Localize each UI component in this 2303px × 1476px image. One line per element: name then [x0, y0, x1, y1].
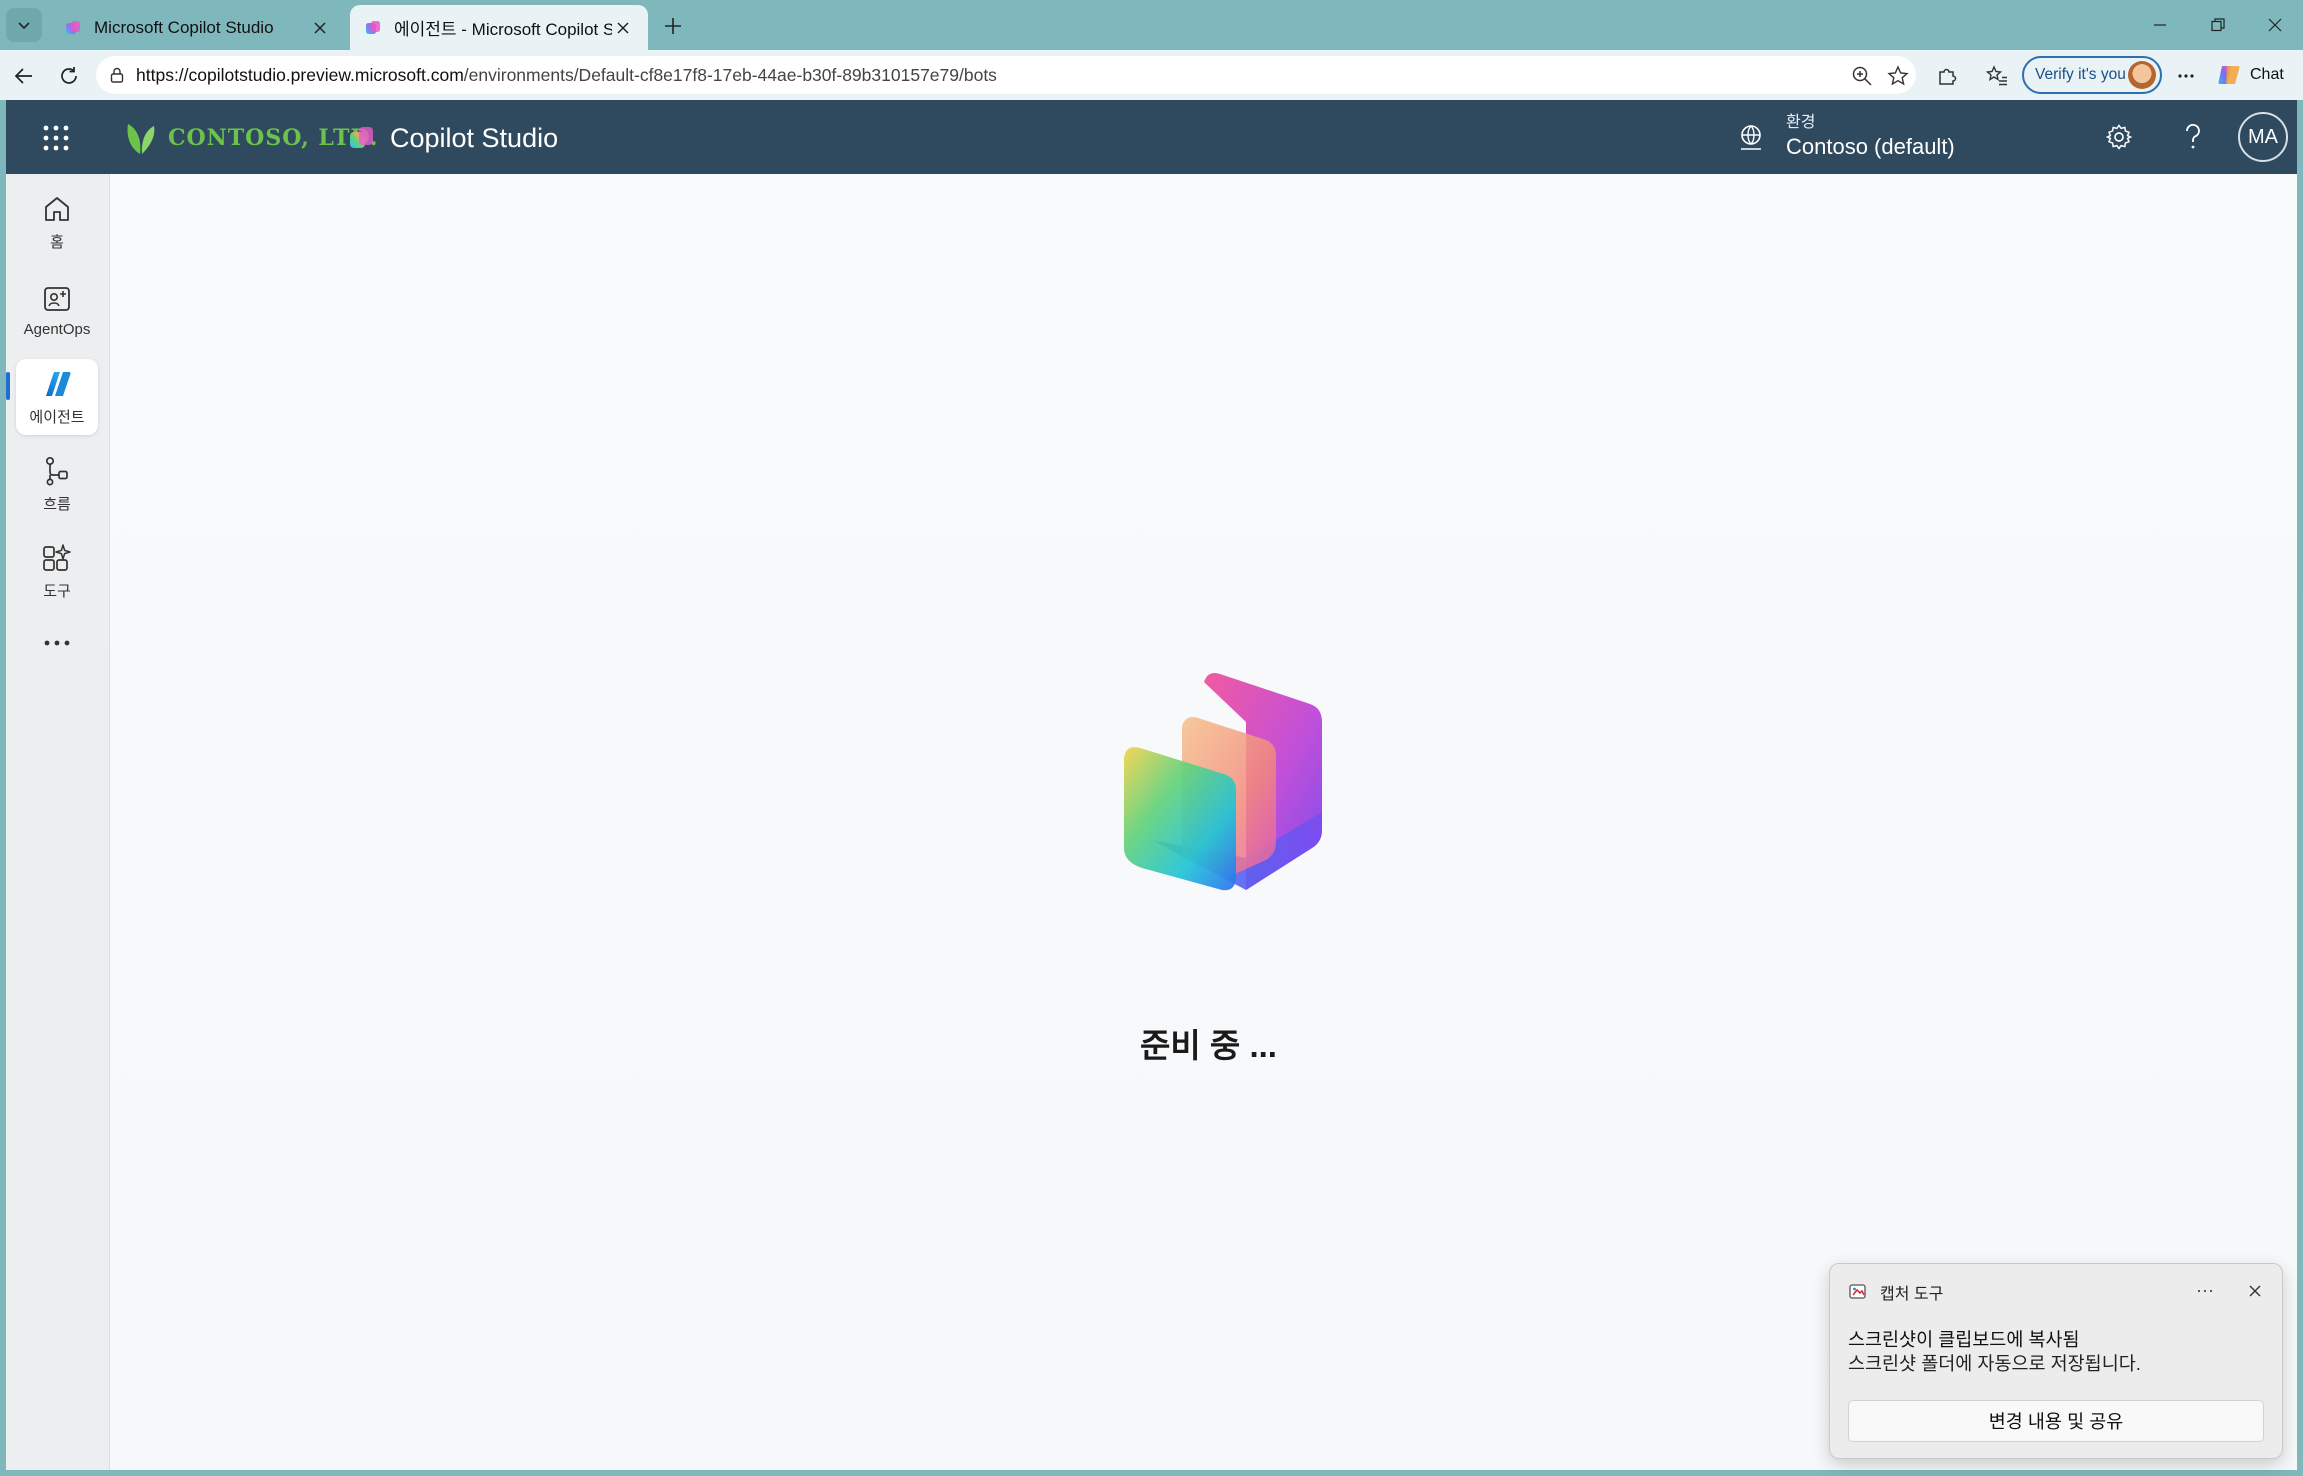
extensions-button[interactable]: [1933, 62, 1961, 90]
more-horizontal-icon: [44, 640, 70, 646]
restore-icon: [2211, 18, 2225, 32]
browser-menu-button[interactable]: [2172, 62, 2200, 90]
url-path: /environments/Default-cf8e17f8-17eb-44ae…: [463, 64, 997, 85]
close-window-button[interactable]: [2260, 10, 2290, 40]
rail-item-label: 도구: [43, 582, 71, 600]
org-name: CONTOSO, LTD.: [168, 125, 379, 151]
settings-button[interactable]: [2102, 120, 2136, 154]
toast-header: 캡처 도구: [1848, 1280, 1943, 1304]
app-launcher-waffle-icon[interactable]: [42, 124, 70, 152]
copilot-studio-favicon-icon: [66, 20, 80, 34]
edit-and-share-button[interactable]: 변경 내용 및 공유: [1848, 1400, 2264, 1442]
copilot-studio-loading-logo-icon: [1124, 673, 1322, 891]
zoom-icon[interactable]: [1850, 64, 1874, 88]
left-nav-rail: 홈 AgentOps 에이전트 흐름 도구: [6, 174, 110, 1470]
tab-actions-menu-button[interactable]: [6, 8, 42, 42]
help-button[interactable]: [2176, 120, 2210, 154]
agents-icon: [46, 371, 71, 396]
rail-item-agentops[interactable]: AgentOps: [16, 272, 98, 348]
url-host: https://copilotstudio.preview.microsoft.…: [136, 64, 464, 85]
profile-avatar: [2128, 61, 2156, 89]
plus-icon: [665, 18, 681, 34]
favorites-list-icon: [1985, 65, 2007, 86]
home-icon: [45, 196, 69, 221]
browser-tab-agents[interactable]: 에이전트 - Microsoft Copilot Studio: [350, 5, 648, 50]
flows-icon: [45, 456, 68, 485]
refresh-button[interactable]: [55, 62, 83, 90]
snipping-tool-icon: [1849, 1284, 1866, 1299]
close-icon: [2249, 1285, 2261, 1297]
selected-indicator: [6, 372, 10, 400]
rail-more-button[interactable]: [16, 620, 98, 672]
tools-icon: [43, 543, 71, 571]
leaf-logo-icon: [127, 124, 155, 154]
toast-more-options-button[interactable]: ···: [2190, 1278, 2220, 1302]
toast-close-button[interactable]: [2242, 1278, 2268, 1304]
environment-value: Contoso (default): [1786, 134, 1955, 159]
close-tab-icon[interactable]: [612, 17, 634, 39]
copilot-studio-logo-icon: [350, 127, 373, 148]
chat-label: Chat: [2250, 66, 2284, 83]
favorite-star-icon[interactable]: [1886, 64, 1910, 88]
chevron-down-icon: [18, 22, 30, 30]
org-logo[interactable]: CONTOSO, LTD.: [124, 118, 378, 158]
browser-tab-copilot-studio[interactable]: Microsoft Copilot Studio: [50, 5, 345, 50]
close-icon: [2268, 18, 2282, 32]
toast-message-title: 스크린샷이 클립보드에 복사됨: [1848, 1329, 2080, 1350]
arrow-left-icon: [14, 68, 32, 84]
lock-icon[interactable]: [108, 66, 126, 84]
close-tab-icon[interactable]: [309, 17, 331, 39]
minimize-icon: [2154, 24, 2166, 26]
rail-item-label: 흐름: [43, 495, 71, 513]
product-brand[interactable]: Copilot Studio: [348, 118, 558, 158]
browser-toolbar: https://copilotstudio.preview.microsoft.…: [0, 50, 2303, 100]
puzzle-icon: [1939, 68, 1957, 85]
back-button[interactable]: [10, 62, 38, 90]
tab-title: Microsoft Copilot Studio: [94, 17, 274, 37]
snipping-tool-notification[interactable]: 캡처 도구 ··· 스크린샷이 클립보드에 복사됨 스크린샷 폴더에 자동으로 …: [1829, 1263, 2283, 1459]
favorites-button[interactable]: [1983, 62, 2011, 90]
tab-title: 에이전트 - Microsoft Copilot Studio: [394, 20, 612, 39]
copilot-chat-button[interactable]: Chat: [2216, 58, 2284, 92]
product-name: Copilot Studio: [390, 122, 559, 153]
rail-item-label: 홈: [50, 233, 64, 251]
agentops-icon: [44, 286, 70, 311]
environment-label: 환경: [1786, 114, 1816, 131]
question-mark-icon: [2186, 123, 2200, 149]
browser-tab-strip: Microsoft Copilot Studio 에이전트 - Microsof…: [0, 0, 2303, 50]
rail-item-home[interactable]: 홈: [16, 184, 98, 260]
verify-label: Verify it's you: [2035, 66, 2126, 83]
verify-identity-button[interactable]: Verify it's you: [2022, 56, 2162, 94]
loading-status-text: 준비 중 ...: [1140, 1027, 1277, 1064]
new-tab-button[interactable]: [660, 13, 686, 39]
rail-item-flows[interactable]: 흐름: [16, 446, 98, 522]
environment-picker[interactable]: 환경 Contoso (default): [1736, 108, 1955, 166]
more-horizontal-icon: [2178, 74, 2194, 78]
copilot-studio-favicon-icon: [366, 20, 380, 34]
minimize-window-button[interactable]: [2145, 10, 2175, 40]
app-header: CONTOSO, LTD. Copilot Studio 환경 Contoso …: [6, 100, 2297, 174]
user-avatar[interactable]: MA: [2238, 112, 2288, 162]
toast-app-name: 캡처 도구: [1880, 1286, 1944, 1303]
copilot-icon: [2218, 66, 2240, 84]
restore-window-button[interactable]: [2203, 10, 2233, 40]
gear-icon: [2105, 124, 2133, 150]
rail-item-label: AgentOps: [23, 320, 91, 338]
rail-item-tools[interactable]: 도구: [16, 533, 98, 609]
rail-item-agents[interactable]: 에이전트: [16, 359, 98, 435]
address-bar[interactable]: https://copilotstudio.preview.microsoft.…: [96, 56, 1916, 94]
rail-item-label: 에이전트: [29, 408, 85, 426]
environment-globe-icon: [1741, 125, 1761, 150]
refresh-icon: [61, 67, 77, 84]
toast-message-body: 스크린샷 폴더에 자동으로 저장됩니다.: [1848, 1353, 2141, 1374]
